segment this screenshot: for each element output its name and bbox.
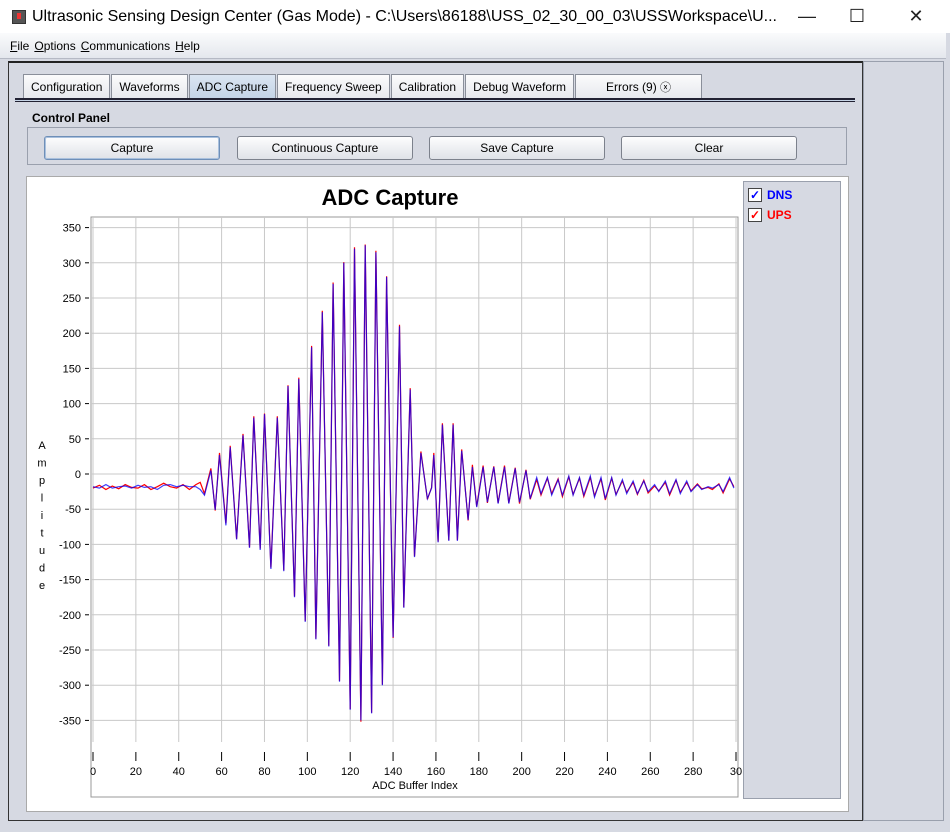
y-axis-label: Amplitude: [37, 440, 46, 592]
y-tick-label: 350: [63, 223, 81, 235]
y-tick-label: 300: [63, 258, 81, 270]
x-tick-label: 260: [641, 766, 659, 778]
y-tick-label: -250: [59, 645, 81, 657]
chart-title: ADC Capture: [322, 185, 459, 210]
tab-frequency-sweep[interactable]: Frequency Sweep: [277, 74, 390, 99]
tab-calibration[interactable]: Calibration: [390, 74, 465, 99]
plot-frame: [90, 216, 739, 798]
x-tick-label: 60: [215, 766, 227, 778]
maximize-button[interactable]: ☐: [834, 0, 880, 32]
y-tick-label: 200: [63, 328, 81, 340]
x-tick-label: 200: [512, 766, 530, 778]
close-button[interactable]: ✕: [893, 0, 939, 32]
chart-area: 0 20 40 60 80 100 120 140 160 180 200 220 240 260 280 3…: [26, 176, 849, 812]
y-tick-label: 250: [63, 293, 81, 305]
save-capture-button[interactable]: Save Capture: [429, 136, 605, 160]
menu-communications[interactable]: Communications: [81, 39, 170, 53]
y-tick-label: -350: [59, 715, 81, 727]
tab-label: Debug Waveform: [473, 80, 567, 94]
app-icon: [12, 9, 26, 24]
side-pane: [863, 61, 944, 821]
legend-ups[interactable]: ✓ UPS: [744, 205, 840, 225]
tab-debug-waveform[interactable]: Debug Waveform: [465, 74, 575, 99]
x-tick-label: 20: [130, 766, 142, 778]
x-tick-label: 140: [384, 766, 402, 778]
window-title: Ultrasonic Sensing Design Center (Gas Mo…: [32, 7, 777, 25]
capture-button[interactable]: Capture: [44, 136, 220, 160]
tab-bar: Configuration Waveforms ADC Capture Freq…: [23, 74, 703, 99]
tab-label: Calibration: [398, 80, 457, 94]
tab-label: Errors (9): [606, 80, 657, 94]
dns-checkbox[interactable]: ✓: [748, 188, 762, 202]
x-tick-label: 40: [173, 766, 185, 778]
x-tick-label: 180: [470, 766, 488, 778]
tab-divider: [15, 98, 855, 102]
minimize-button[interactable]: —: [784, 0, 830, 32]
x-tick-label: 240: [598, 766, 616, 778]
continuous-capture-button[interactable]: Continuous Capture: [237, 136, 413, 160]
x-tick-label: 280: [684, 766, 702, 778]
adc-capture-chart: 0 20 40 60 80 100 120 140 160 180 200 220 240 260 280 3…: [37, 185, 742, 798]
legend-label: DNS: [767, 188, 793, 202]
legend-dns[interactable]: ✓ DNS: [744, 185, 840, 205]
tab-waveforms[interactable]: Waveforms: [111, 74, 188, 99]
y-tick-label: -50: [65, 504, 81, 516]
ups-checkbox[interactable]: ✓: [748, 208, 762, 222]
tab-adc-capture[interactable]: ADC Capture: [188, 74, 276, 99]
x-tick-label: 220: [555, 766, 573, 778]
x-tick-label: 100: [298, 766, 316, 778]
menu-bar: File Options Communications Help: [0, 33, 946, 59]
y-tick-label: -100: [59, 539, 81, 551]
tab-label: Configuration: [31, 80, 103, 94]
clear-button[interactable]: Clear: [621, 136, 797, 160]
menu-help[interactable]: Help: [175, 39, 200, 53]
y-tick-label: -300: [59, 680, 81, 692]
y-tick-label: -150: [59, 575, 81, 587]
x-tick-label: 30: [730, 766, 742, 778]
control-panel-label: Control Panel: [32, 111, 111, 125]
title-bar: Ultrasonic Sensing Design Center (Gas Mo…: [0, 0, 950, 33]
menu-file[interactable]: File: [10, 39, 29, 53]
y-tick-label: 0: [75, 469, 81, 481]
x-axis-label: ADC Buffer Index: [372, 780, 458, 792]
y-tick-label: 100: [63, 399, 81, 411]
y-tick-label: -200: [59, 610, 81, 622]
close-tab-icon[interactable]: ⓧ: [660, 79, 671, 95]
legend-label: UPS: [767, 208, 792, 222]
x-tick-label: 160: [427, 766, 445, 778]
menu-options[interactable]: Options: [34, 39, 75, 53]
legend-panel: ✓ DNS ✓ UPS: [743, 181, 841, 799]
tab-errors[interactable]: Errors (9) ⓧ: [575, 74, 703, 99]
tab-label: Frequency Sweep: [285, 80, 382, 94]
tab-configuration[interactable]: Configuration: [23, 74, 111, 99]
y-tick-label: 50: [69, 434, 81, 446]
x-tick-label: 120: [341, 766, 359, 778]
y-tick-label: 150: [63, 363, 81, 375]
tab-label: Waveforms: [119, 80, 180, 94]
tab-label: ADC Capture: [196, 80, 268, 94]
x-tick-label: 80: [258, 766, 270, 778]
x-tick-label: 0: [90, 766, 96, 778]
